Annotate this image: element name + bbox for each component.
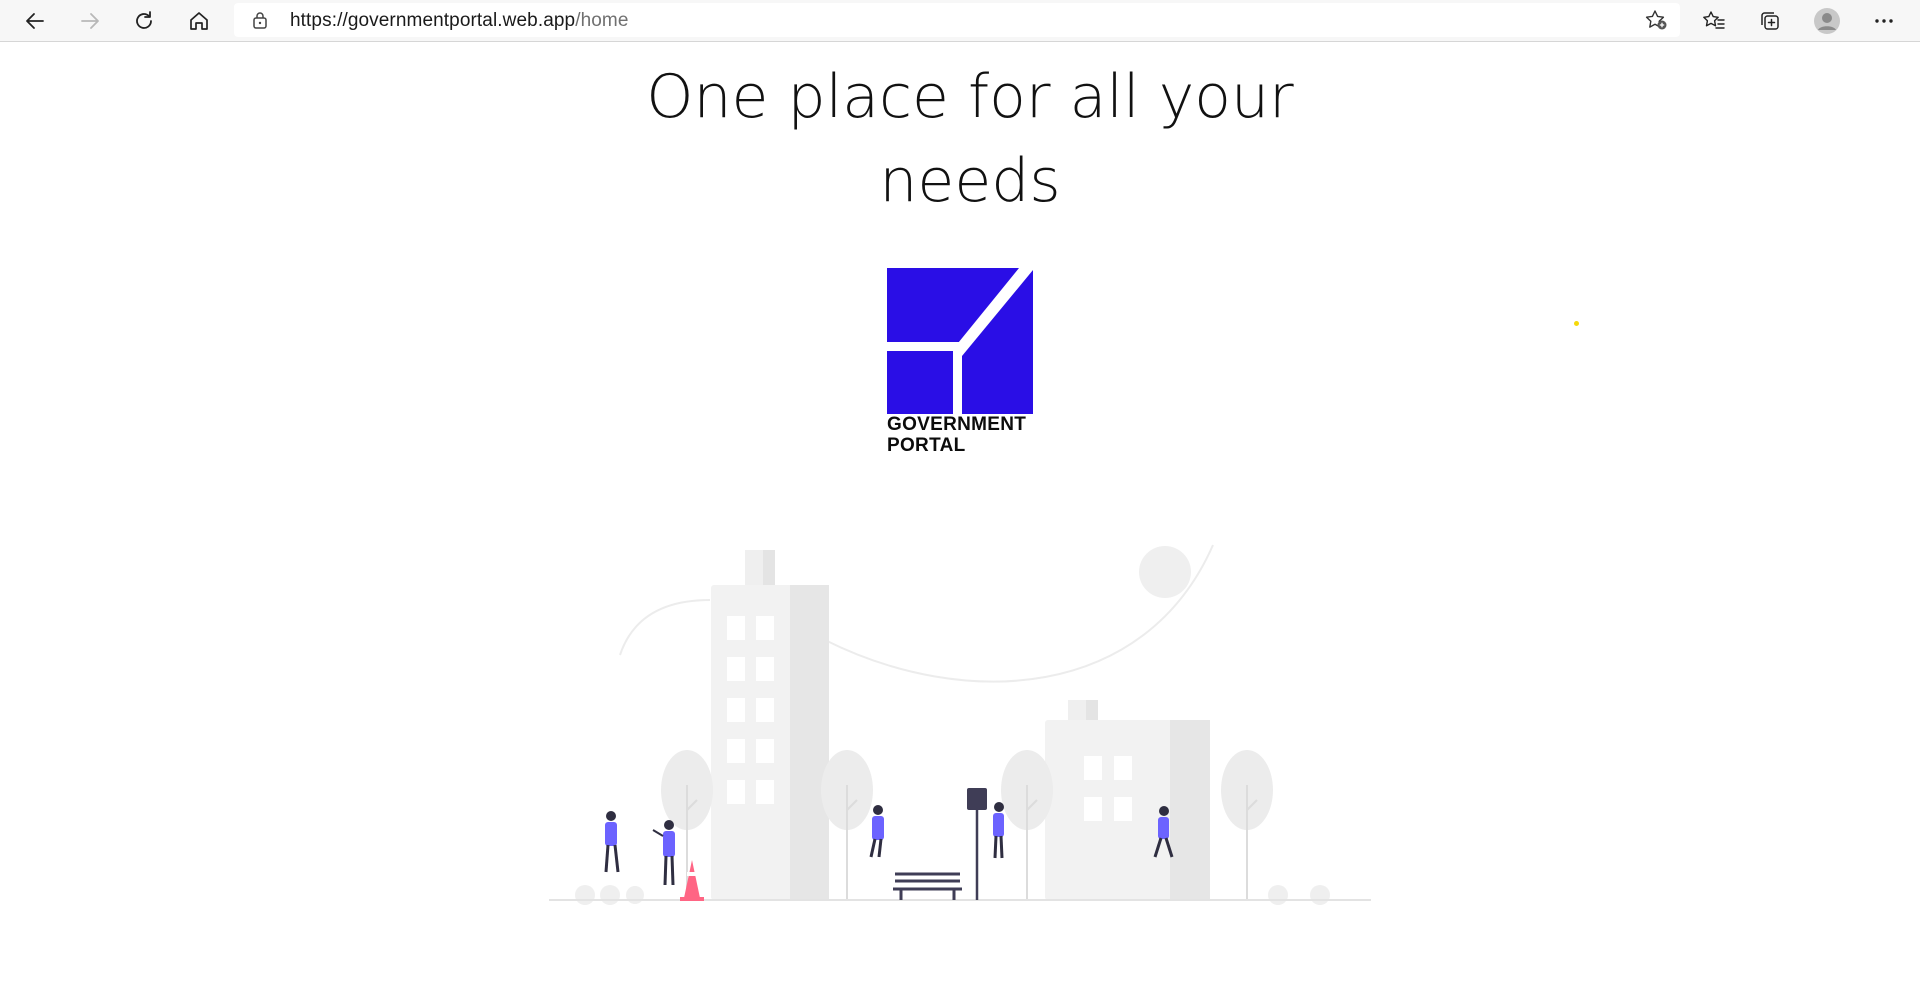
address-bar[interactable]: https://governmentportal.web.app/home bbox=[234, 3, 1680, 37]
logo-text-line-2: PORTAL bbox=[887, 435, 966, 456]
lock-icon[interactable] bbox=[252, 11, 268, 29]
headline-line-2: needs bbox=[879, 146, 1061, 216]
page-headline: One place for all your needs bbox=[560, 55, 1380, 223]
refresh-icon bbox=[136, 11, 152, 29]
add-favorite-icon[interactable] bbox=[1644, 9, 1668, 31]
logo-text-line-1: GOVERNMENT bbox=[887, 414, 1027, 435]
url-path: /home bbox=[575, 10, 629, 31]
url-host: https://governmentportal.web.app bbox=[290, 10, 576, 31]
forward-button[interactable] bbox=[72, 4, 108, 38]
cursor-dot bbox=[1574, 321, 1579, 326]
forward-icon bbox=[81, 13, 99, 29]
home-icon bbox=[190, 12, 208, 30]
favorites-icon bbox=[1703, 11, 1725, 29]
browser-toolbar: https://governmentportal.web.app/home bbox=[0, 0, 1920, 42]
profile-button[interactable] bbox=[1809, 4, 1845, 38]
more-button[interactable] bbox=[1866, 4, 1902, 38]
city-illustration bbox=[549, 544, 1371, 905]
headline-line-1: One place for all your bbox=[646, 62, 1294, 132]
url-text[interactable]: https://governmentportal.web.app/home bbox=[290, 10, 629, 32]
logo-wordmark: GOVERNMENT PORTAL bbox=[887, 414, 1057, 456]
more-icon bbox=[1875, 19, 1893, 23]
profile-icon bbox=[1814, 8, 1840, 34]
back-icon bbox=[26, 13, 44, 29]
collections-icon bbox=[1761, 12, 1779, 30]
refresh-button[interactable] bbox=[126, 4, 162, 38]
back-button[interactable] bbox=[17, 4, 53, 38]
home-button[interactable] bbox=[181, 4, 217, 38]
favorites-button[interactable] bbox=[1696, 4, 1732, 38]
collections-button[interactable] bbox=[1752, 4, 1788, 38]
